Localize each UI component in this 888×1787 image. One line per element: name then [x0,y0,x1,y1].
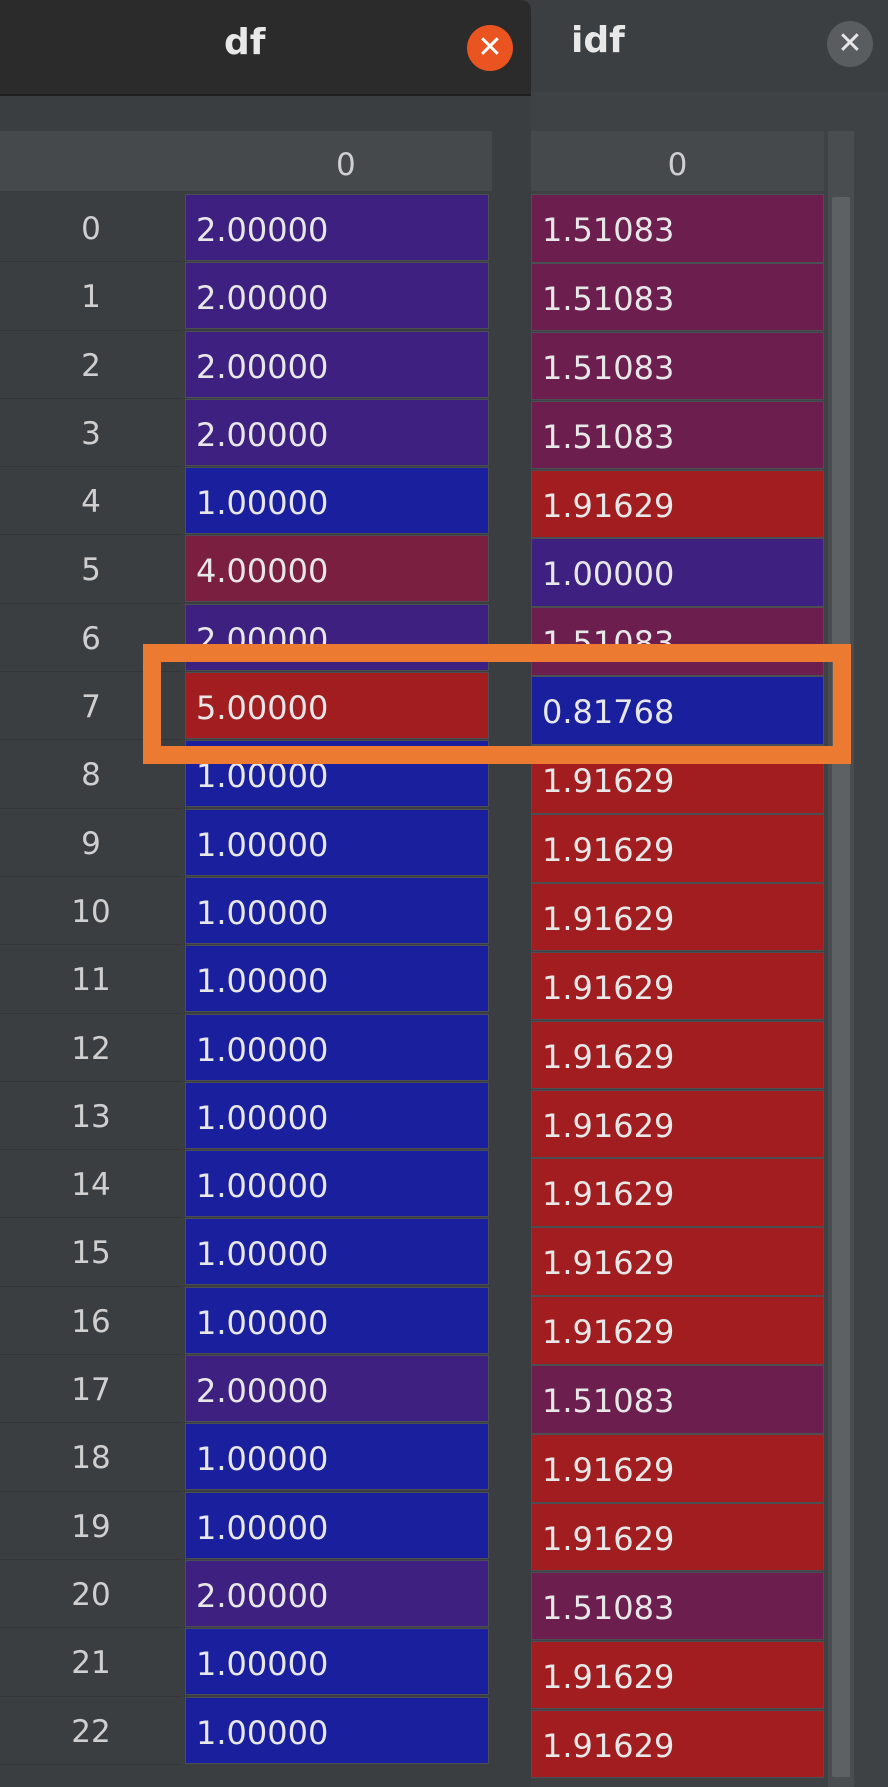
table-cell[interactable]: 2.00000 [185,398,489,466]
idf-pane: idf ✕ 0 1.51083 1.51083 1.51083 1.51083 1.91… [531,0,888,1787]
table-cell[interactable]: 1.91629 [531,814,824,883]
row-index[interactable]: 5 [0,535,182,604]
table-cell[interactable]: 1.91629 [531,1158,824,1227]
table-cell[interactable]: 2.00000 [185,194,489,261]
df-pane: df ✕ 0 0 2.00000 1 2.00000 2 2.00000 3 2.00000 4… [0,0,531,1787]
table-cell[interactable]: 1.91629 [531,1709,824,1779]
tab-idf-title: idf [571,20,625,61]
table-cell[interactable]: 1.00000 [185,945,489,1013]
table-cell[interactable]: 1.00000 [185,1013,489,1081]
table-cell[interactable]: 1.91629 [531,1502,824,1572]
highlight-box [143,644,851,764]
table-cell[interactable]: 1.00000 [185,1081,489,1149]
table-cell[interactable]: 1.00000 [185,1423,489,1491]
row-index[interactable]: 14 [0,1150,182,1219]
table-cell[interactable]: 1.91629 [531,1434,824,1503]
table-cell[interactable]: 1.91629 [531,951,824,1021]
scrollbar-thumb[interactable] [832,197,850,1777]
table-cell[interactable]: 1.00000 [185,808,489,876]
table-cell[interactable]: 1.91629 [531,1020,824,1090]
tab-idf[interactable]: idf ✕ [531,0,888,92]
table-cell[interactable]: 1.00000 [185,467,489,535]
row-index[interactable]: 3 [0,398,182,468]
table-cell[interactable]: 1.00000 [185,1696,489,1764]
table-cell[interactable]: 2.00000 [185,330,489,398]
close-icon[interactable]: ✕ [827,21,873,67]
table-cell[interactable]: 4.00000 [185,535,489,603]
close-icon[interactable]: ✕ [467,25,513,71]
table-cell[interactable]: 2.00000 [185,1355,489,1423]
column-header[interactable]: 0 [0,131,492,191]
table-cell[interactable]: 1.91629 [531,882,824,952]
row-index[interactable]: 13 [0,1081,182,1151]
vertical-scrollbar[interactable] [828,131,854,1787]
table-cell[interactable]: 1.00000 [185,1491,489,1559]
row-index[interactable]: 2 [0,330,182,399]
table-cell[interactable]: 1.91629 [531,1227,824,1296]
table-cell[interactable]: 1.51083 [531,1365,824,1434]
table-cell[interactable]: 1.91629 [531,1296,824,1365]
table-cell[interactable]: 1.51083 [531,194,824,263]
table-cell[interactable]: 1.00000 [185,876,489,944]
table-cell[interactable]: 1.51083 [531,1571,824,1641]
row-index[interactable]: 12 [0,1013,182,1082]
table-cell[interactable]: 1.00000 [185,1286,489,1354]
table-cell[interactable]: 1.00000 [531,538,824,607]
table-cell[interactable]: 2.00000 [185,1559,489,1627]
row-index[interactable]: 19 [0,1491,182,1560]
table-cell[interactable]: 1.00000 [185,1628,489,1696]
table-cell[interactable]: 1.51083 [531,400,824,470]
row-index[interactable]: 20 [0,1559,182,1629]
row-index[interactable]: 11 [0,945,182,1014]
table-cell[interactable]: 2.00000 [185,262,489,330]
table-cell[interactable]: 1.51083 [531,331,824,401]
table-cell[interactable]: 1.91629 [531,469,824,539]
row-index[interactable]: 4 [0,467,182,536]
column-header[interactable]: 0 [531,131,824,191]
row-index[interactable]: 17 [0,1355,182,1424]
table-cell[interactable]: 1.91629 [531,1640,824,1710]
tab-df-title: df [224,22,266,63]
row-index[interactable]: 0 [0,194,182,263]
row-index[interactable]: 16 [0,1286,182,1356]
row-index[interactable]: 22 [0,1696,182,1765]
row-index[interactable]: 21 [0,1628,182,1697]
row-index[interactable]: 9 [0,808,182,877]
table-cell[interactable]: 1.51083 [531,262,824,332]
row-index[interactable]: 10 [0,876,182,946]
tab-df[interactable]: df ✕ [0,0,531,96]
table-cell[interactable]: 1.91629 [531,1089,824,1159]
table-cell[interactable]: 1.00000 [185,1218,489,1286]
row-index[interactable]: 15 [0,1218,182,1287]
table-cell[interactable]: 1.00000 [185,1150,489,1218]
row-index[interactable]: 18 [0,1423,182,1492]
row-index[interactable]: 1 [0,262,182,331]
